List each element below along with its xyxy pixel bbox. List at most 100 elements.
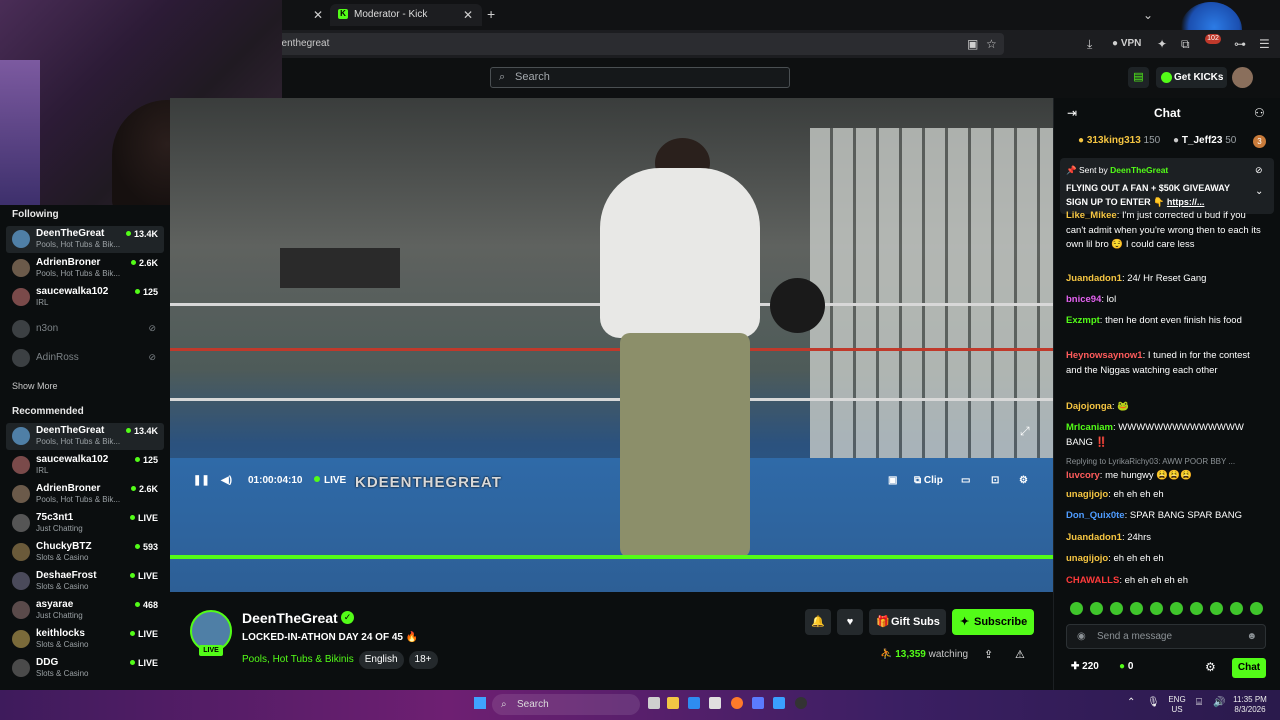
app-icon[interactable]: [773, 697, 785, 709]
chat-message[interactable]: Don_Quix0te: SPAR BANG SPAR BANG: [1066, 509, 1268, 524]
chat-message[interactable]: Dajojonga: 🐸: [1066, 400, 1268, 415]
chat-message[interactable]: Exzmpt: then he dont even finish his foo…: [1066, 314, 1268, 329]
chat-username[interactable]: CHAWALLS: [1066, 575, 1119, 586]
chat-message[interactable]: bnice94: lol: [1066, 293, 1268, 308]
sidebar-item-deenthegreat[interactable]: DeenTheGreat Pools, Hot Tubs & Bik... 13…: [6, 226, 164, 253]
sidebar-item-n3on[interactable]: n3on ⊘: [6, 316, 164, 343]
user-avatar[interactable]: [1232, 67, 1253, 88]
pinned-link[interactable]: https://...: [1167, 197, 1205, 207]
chat-message[interactable]: unagijojo: eh eh eh eh: [1066, 488, 1268, 503]
settings-gear-icon[interactable]: ⚙: [1019, 474, 1028, 488]
expand-pinned-chevron-icon[interactable]: ⌄: [1255, 186, 1263, 197]
send-chat-button[interactable]: Chat: [1232, 658, 1266, 678]
task-view-icon[interactable]: [648, 697, 660, 709]
video-player[interactable]: ⤢: [170, 98, 1053, 592]
chat-username[interactable]: Mrlcaniam: [1066, 422, 1113, 433]
extension-icon[interactable]: ✦: [1157, 36, 1167, 52]
miniplayer-icon[interactable]: ▭: [961, 474, 970, 488]
progress-bar[interactable]: [170, 555, 1053, 559]
report-icon[interactable]: ⚠: [1015, 648, 1025, 661]
file-explorer-icon[interactable]: [667, 697, 679, 709]
dashboard-icon[interactable]: ▤: [1128, 67, 1149, 88]
get-kicks-button[interactable]: Get KICKs: [1156, 67, 1227, 88]
notification-bell-icon[interactable]: 🔔: [805, 609, 831, 635]
firefox-icon[interactable]: [731, 697, 743, 709]
speaker-icon[interactable]: 🔊: [1213, 697, 1225, 708]
chat-message[interactable]: unagijojo: eh eh eh eh: [1066, 552, 1268, 567]
chat-message[interactable]: Heynowsaynow1: I tuned in for the contes…: [1066, 349, 1268, 378]
sidebar-item-asyarae[interactable]: asyarae Just Chatting 468: [6, 597, 164, 624]
store-icon[interactable]: [709, 697, 721, 709]
sidebar-item-adinross[interactable]: AdinRoss ⊘: [6, 345, 164, 372]
sidebar-item-75c3nt1[interactable]: 75c3nt1 Just Chatting LIVE: [6, 510, 164, 537]
sidebar-item-saucewalka102[interactable]: saucewalka102 IRL 125: [6, 452, 164, 479]
chapters-icon[interactable]: ⊡: [991, 474, 999, 488]
bookmark-star-icon[interactable]: ☆: [986, 36, 997, 52]
chat-username[interactable]: luvcory: [1066, 470, 1100, 481]
chat-username[interactable]: unagijojo: [1066, 489, 1108, 500]
tray-chevron-icon[interactable]: ⌃: [1127, 697, 1135, 708]
gift-subs-button[interactable]: 🎁 Gift Subs: [869, 609, 946, 635]
quick-emote-icon[interactable]: [1170, 602, 1183, 615]
search-input[interactable]: ⌕ Search: [490, 67, 790, 88]
chat-message[interactable]: Like_Mikee: I'm just corrected u bud if …: [1066, 209, 1268, 253]
sidebar-item-chuckybtz[interactable]: ChuckyBTZ Slots & Casino 593: [6, 539, 164, 566]
sidebar-item-deenthegreat[interactable]: DeenTheGreat Pools, Hot Tubs & Bik... 13…: [6, 423, 164, 450]
obs-icon[interactable]: [795, 697, 807, 709]
close-tab-icon[interactable]: ✕: [463, 7, 473, 23]
close-tab-icon[interactable]: ✕: [313, 7, 323, 23]
new-tab-button[interactable]: +: [487, 6, 495, 22]
channel-points[interactable]: ✚ 220: [1071, 661, 1099, 672]
sidebar-item-saucewalka102[interactable]: saucewalka102 IRL 125: [6, 284, 164, 311]
volume-icon[interactable]: ◀): [221, 474, 232, 488]
mic-icon[interactable]: 🎙: [1147, 697, 1160, 708]
streamer-name[interactable]: DeenTheGreat: [242, 610, 338, 626]
follow-heart-icon[interactable]: ♥: [837, 609, 863, 635]
unpin-icon[interactable]: ⊘: [1255, 165, 1263, 176]
sidebar-item-adrienbroner[interactable]: AdrienBroner Pools, Hot Tubs & Bik... 2.…: [6, 255, 164, 282]
chat-username[interactable]: unagijojo: [1066, 553, 1108, 564]
extensions-puzzle-icon[interactable]: ⧉: [1181, 36, 1190, 52]
chat-message[interactable]: CHAWALLS: eh eh eh eh eh: [1066, 574, 1268, 589]
app-icon[interactable]: [752, 697, 764, 709]
tab-list-chevron-icon[interactable]: ⌄: [1143, 7, 1153, 23]
clip-button[interactable]: ⧉ Clip: [914, 474, 943, 488]
sidebar-item-deshaefrost[interactable]: DeshaeFrost Slots & Casino LIVE: [6, 568, 164, 595]
chat-username[interactable]: Like_Mikee: [1066, 210, 1117, 221]
chat-username[interactable]: bnice94: [1066, 294, 1101, 305]
chat-username[interactable]: Exzmpt: [1066, 315, 1100, 326]
chat-username[interactable]: Don_Quix0te: [1066, 510, 1125, 521]
chat-message[interactable]: luvcory: me hungwy 😩😩😩: [1066, 469, 1268, 484]
tag-language[interactable]: English: [358, 651, 404, 669]
screenshot-icon[interactable]: ▣: [967, 36, 978, 52]
kicks-balance[interactable]: ● 0: [1119, 661, 1133, 672]
subscribe-button[interactable]: ✦ Subscribe: [952, 609, 1034, 635]
chat-message[interactable]: Mrlcaniam: WWWWWWWWWWWWWW BANG ‼️: [1066, 421, 1268, 450]
network-icon[interactable]: ⌸: [1196, 697, 1202, 708]
quick-emote-icon[interactable]: [1190, 602, 1203, 615]
quick-emote-icon[interactable]: [1150, 602, 1163, 615]
emote-picker-icon[interactable]: ☻: [1246, 625, 1257, 648]
language-indicator[interactable]: ENG US: [1165, 695, 1189, 715]
chat-username[interactable]: Heynowsaynow1: [1066, 350, 1143, 361]
quick-emote-icon[interactable]: [1070, 602, 1083, 615]
menu-icon[interactable]: ☰: [1259, 36, 1270, 52]
collapse-chat-icon[interactable]: ⇥: [1067, 106, 1077, 120]
chat-username[interactable]: Juandadon1: [1066, 532, 1122, 543]
expand-icon[interactable]: ⤢: [1020, 424, 1030, 439]
address-bar[interactable]: denthegreat: [262, 33, 1004, 55]
sidebar-item-keithlocks[interactable]: keithlocks Slots & Casino LIVE: [6, 626, 164, 653]
chat-message[interactable]: Juandadon1: 24/ Hr Reset Gang: [1066, 272, 1268, 287]
chat-username[interactable]: Dajojonga: [1066, 401, 1112, 412]
show-more-link[interactable]: Show More: [12, 381, 58, 391]
clock[interactable]: 11:35 PM 8/3/2026: [1228, 695, 1272, 715]
user-list-icon[interactable]: ⚇: [1254, 106, 1265, 120]
chat-message[interactable]: Juandadon1: 24hrs: [1066, 531, 1268, 546]
start-menu-icon[interactable]: [474, 697, 486, 709]
sidebar-item-ddg[interactable]: DDG Slots & Casino LIVE: [6, 655, 164, 682]
browser-tab-active[interactable]: KModerator - Kick Dashboard: [330, 4, 482, 42]
vpn-button[interactable]: ● VPN: [1112, 36, 1141, 52]
glasses-icon[interactable]: ⊶: [1234, 36, 1246, 52]
quick-emote-icon[interactable]: [1130, 602, 1143, 615]
pause-button[interactable]: ❚❚: [193, 474, 210, 488]
